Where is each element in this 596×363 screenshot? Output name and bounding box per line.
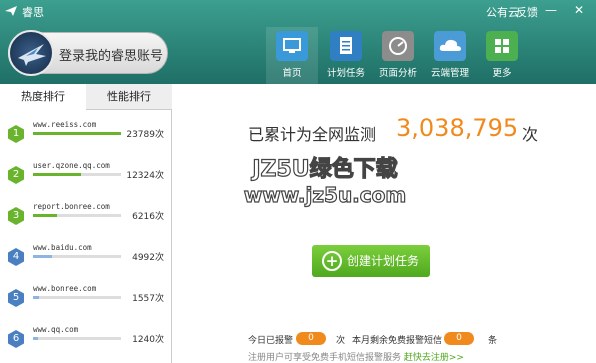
visit-count: 1240次 xyxy=(132,335,164,345)
site-url: www.baidu.com xyxy=(33,243,92,252)
header: 睿思 公有云 反馈 — ✕ 登录我的睿思账号 首页 计划任务 页面分析 云端管理… xyxy=(0,0,596,84)
today-alarm-unit: 次 xyxy=(336,336,346,346)
close-button[interactable]: ✕ xyxy=(570,2,588,18)
ranking-row[interactable]: 3 report.bonree.com 6216次 xyxy=(0,198,172,239)
register-text: 注册用户可享受免费手机短信报警服务 xyxy=(248,353,402,363)
nav-more[interactable]: 更多 xyxy=(476,27,528,84)
feedback-link[interactable]: 反馈 xyxy=(516,4,538,20)
nav-more-label: 更多 xyxy=(492,68,512,79)
avatar xyxy=(8,30,54,76)
visit-bar-track xyxy=(33,255,121,258)
public-cloud-link[interactable]: 公有云 xyxy=(486,4,519,20)
nav-plan-task-label: 计划任务 xyxy=(326,68,365,79)
title-bar: 睿思 公有云 反馈 — ✕ xyxy=(0,0,596,22)
main-panel: 已累计为全网监测 3,038,795 次 + 创建计划任务 今日已报警 0 次 … xyxy=(172,84,596,363)
nav-plan-task[interactable]: 计划任务 xyxy=(320,27,372,84)
rank-badge: 1 xyxy=(8,125,24,143)
rank-badge: 4 xyxy=(8,248,24,266)
create-plan-task-button[interactable]: + 创建计划任务 xyxy=(312,245,430,277)
monitor-count: 3,038,795 xyxy=(396,114,519,142)
visit-bar-fill xyxy=(33,214,57,217)
visit-count: 1557次 xyxy=(132,294,164,304)
visit-bar-fill xyxy=(33,173,82,176)
visit-count: 23789次 xyxy=(126,130,164,140)
visit-bar-track xyxy=(33,214,121,217)
login-button[interactable]: 登录我的睿思账号 xyxy=(8,30,168,76)
minimize-button[interactable]: — xyxy=(542,2,560,18)
site-url: www.bonree.com xyxy=(33,284,97,293)
visit-bar-track xyxy=(33,337,121,340)
visit-count: 12324次 xyxy=(126,171,164,181)
visit-bar-fill xyxy=(33,337,39,340)
rank-badge: 5 xyxy=(8,289,24,307)
tab-hot-ranking[interactable]: 热度排行 xyxy=(0,84,86,110)
site-url: www.reeiss.com xyxy=(33,120,97,129)
app-window: 睿思 公有云 反馈 — ✕ 登录我的睿思账号 首页 计划任务 页面分析 云端管理… xyxy=(0,0,596,363)
register-hint: 注册用户可享受免费手机短信报警服务 赶快去注册>> xyxy=(248,350,464,363)
ranking-row[interactable]: 2 user.qzone.qq.com 12324次 xyxy=(0,157,172,198)
nav-home[interactable]: 首页 xyxy=(266,27,318,84)
nav-home-label: 首页 xyxy=(282,68,302,79)
visit-count: 4992次 xyxy=(132,253,164,263)
monitor-icon xyxy=(276,31,308,61)
visit-bar-fill xyxy=(33,255,53,258)
ranking-row[interactable]: 5 www.bonree.com 1557次 xyxy=(0,280,172,321)
nav-cloud-manage-label: 云端管理 xyxy=(430,68,469,79)
visit-bar-fill xyxy=(33,132,121,135)
site-url: report.bonree.com xyxy=(33,202,110,211)
app-title: 睿思 xyxy=(22,6,44,19)
ranking-panel: 热度排行 性能排行 1 www.reeiss.com 23789次 2 user.qzo… xyxy=(0,84,172,363)
tab-performance-ranking[interactable]: 性能排行 xyxy=(86,84,172,110)
today-alarm-count: 0 xyxy=(296,332,326,345)
visit-bar-track xyxy=(33,296,121,299)
sms-remaining-count: 0 xyxy=(444,332,474,345)
site-url: user.qzone.qq.com xyxy=(33,161,110,170)
login-label: 登录我的睿思账号 xyxy=(59,49,164,64)
rank-badge: 6 xyxy=(8,330,24,348)
sms-remaining-unit: 条 xyxy=(488,336,498,346)
visit-bar-track xyxy=(33,132,121,135)
rank-badge: 2 xyxy=(8,166,24,184)
visit-bar-track xyxy=(33,173,121,176)
ranking-row[interactable]: 4 www.baidu.com 4992次 xyxy=(0,239,172,280)
monitor-label: 已累计为全网监测 xyxy=(248,125,377,144)
ranking-row[interactable]: 6 www.qq.com 1240次 xyxy=(0,321,172,362)
monitor-unit: 次 xyxy=(522,125,539,144)
cloud-icon xyxy=(434,31,466,61)
nav-cloud-manage[interactable]: 云端管理 xyxy=(424,27,476,84)
bird-logo-icon xyxy=(18,44,46,66)
nav-page-analysis[interactable]: 页面分析 xyxy=(372,27,424,84)
register-link[interactable]: 赶快去注册>> xyxy=(404,353,464,363)
ranking-tabs: 热度排行 性能排行 xyxy=(0,84,172,110)
plus-icon: + xyxy=(322,251,342,271)
site-url: www.qq.com xyxy=(33,325,79,334)
create-plan-task-label: 创建计划任务 xyxy=(347,254,420,268)
visit-bar-fill xyxy=(33,296,40,299)
today-alarm-label: 今日已报警 xyxy=(248,336,294,346)
grid-icon xyxy=(486,31,518,61)
app-logo-icon xyxy=(5,6,17,16)
visit-count: 6216次 xyxy=(132,212,164,222)
sms-remaining-label: 本月剩余免费报警短信 xyxy=(352,336,443,346)
rank-badge: 3 xyxy=(8,207,24,225)
gauge-icon xyxy=(382,31,414,61)
ranking-row[interactable]: 1 www.reeiss.com 23789次 xyxy=(0,116,172,157)
clipboard-icon xyxy=(330,31,362,61)
nav-page-analysis-label: 页面分析 xyxy=(378,68,417,79)
